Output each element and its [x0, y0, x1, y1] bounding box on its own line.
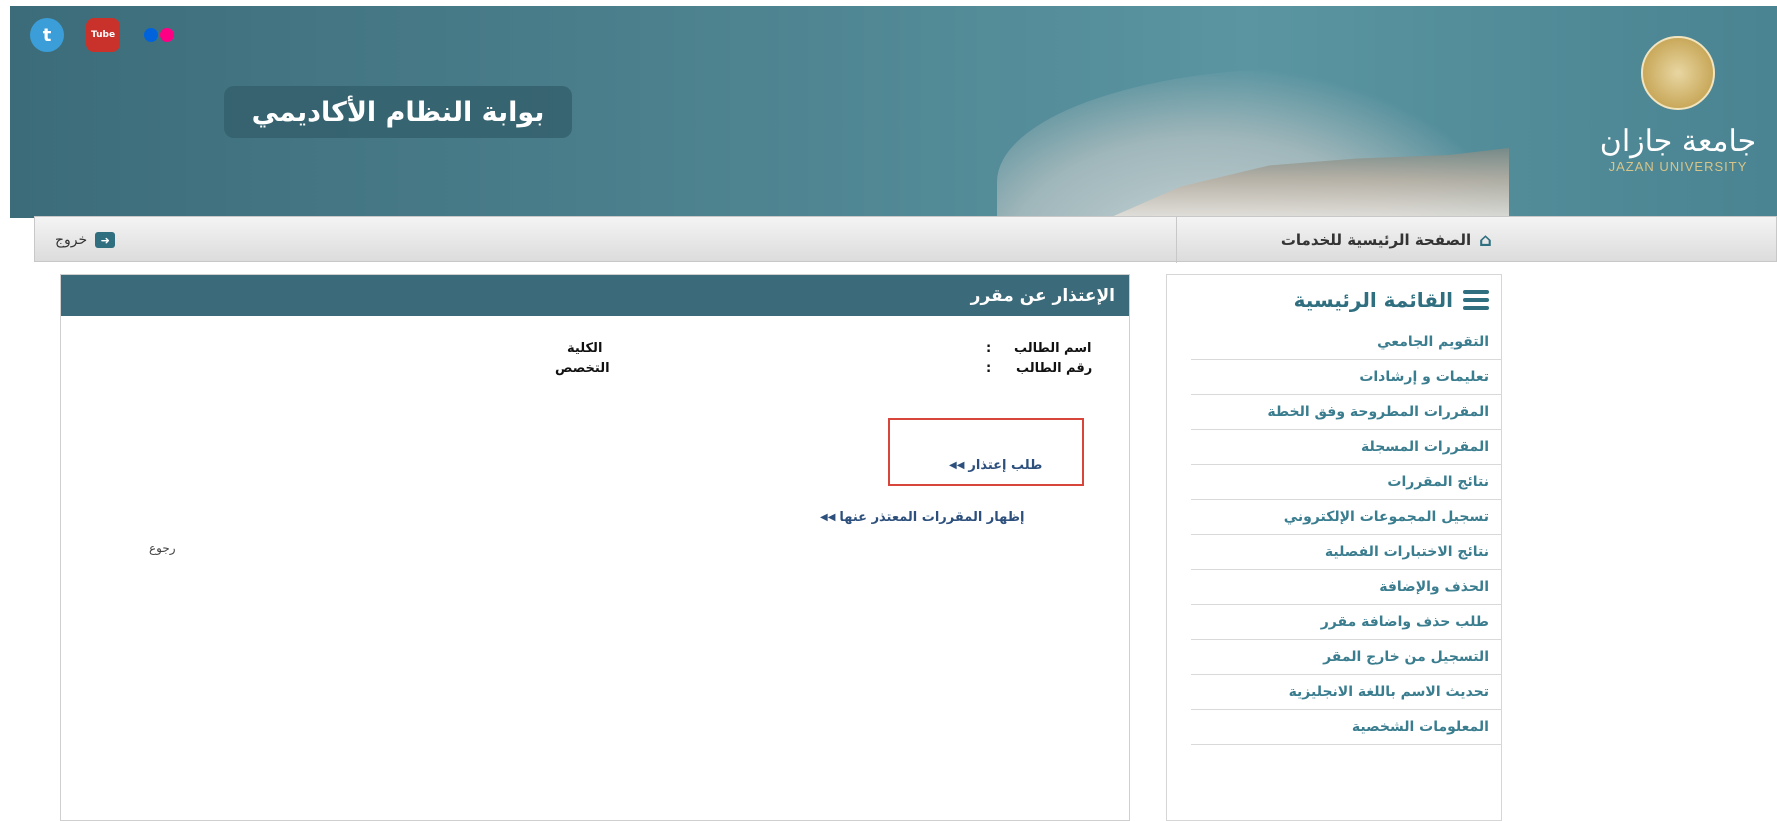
double-arrow-icon: ◀◀ — [820, 512, 836, 523]
show-withdrawn-courses-link[interactable]: إظهار المقررات المعتذر عنها ◀◀ — [820, 510, 1024, 525]
sidebar-item-electronic-group-registration[interactable]: تسجيل المجموعات الإلكتروني — [1191, 500, 1501, 535]
sidebar-item-course-results[interactable]: نتائج المقررات — [1191, 465, 1501, 500]
sidebar-item-update-english-name[interactable]: تحديث الاسم باللغة الانجليزية — [1191, 675, 1501, 710]
top-navbar: ⌂ الصفحة الرئيسية للخدمات خروج ➜ — [34, 216, 1777, 263]
student-id-label: رقم الطالب — [1016, 361, 1093, 376]
sidebar-item-registered-courses[interactable]: المقررات المسجلة — [1191, 430, 1501, 465]
student-name-separator: : — [986, 341, 992, 356]
sidebar-item-offered-courses[interactable]: المقررات المطروحة وفق الخطة — [1191, 395, 1501, 430]
sidebar-item-exam-results[interactable]: نتائج الاختبارات الفصلية — [1191, 535, 1501, 570]
main-menu-title: القائمة الرئيسية — [1293, 288, 1453, 312]
university-emblem-icon — [1641, 36, 1715, 110]
sidebar-item-personal-info[interactable]: المعلومات الشخصية — [1191, 710, 1501, 745]
home-services-label: الصفحة الرئيسية للخدمات — [1280, 231, 1472, 249]
student-id-separator: : — [986, 361, 992, 376]
panel-title: الإعتذار عن مقرر — [61, 275, 1129, 316]
request-highlight-box — [888, 418, 1084, 486]
flickr-icon[interactable] — [142, 18, 176, 52]
sidebar-item-drop-add[interactable]: الحذف والإضافة — [1191, 570, 1501, 605]
logout-label: خروج — [55, 232, 88, 248]
hamburger-menu-icon — [1463, 290, 1489, 310]
sidebar-item-instructions[interactable]: تعليمات و إرشادات — [1191, 360, 1501, 395]
request-withdrawal-link[interactable]: طلب إعتذار ◀◀ — [949, 458, 1042, 473]
college-label: الكلية — [567, 341, 603, 356]
portal-title: بوابة النظام الأكاديمي — [224, 86, 572, 138]
request-withdrawal-label: طلب إعتذار — [968, 458, 1043, 473]
sidebar-item-offsite-registration[interactable]: التسجيل من خارج المقر — [1191, 640, 1501, 675]
main-menu-sidebar: القائمة الرئيسية التقويم الجامعي تعليمات… — [1166, 274, 1502, 821]
social-links: t Tube — [30, 18, 176, 52]
header-banner: t Tube بوابة النظام الأكاديمي جامعة جازا… — [10, 6, 1777, 218]
sidebar-item-university-calendar[interactable]: التقويم الجامعي — [1191, 325, 1501, 360]
university-name-ar: جامعة جازان — [1599, 124, 1757, 159]
back-link[interactable]: رجوع — [149, 541, 176, 555]
logout-icon: ➜ — [95, 232, 116, 248]
course-withdrawal-panel: الإعتذار عن مقرر — [60, 274, 1130, 821]
student-name-label: اسم الطالب — [1014, 341, 1092, 356]
main-menu-list: التقويم الجامعي تعليمات و إرشادات المقرر… — [1167, 325, 1501, 745]
double-arrow-icon: ◀◀ — [949, 460, 965, 471]
sidebar-item-drop-add-request[interactable]: طلب حذف واضافة مقرر — [1191, 605, 1501, 640]
logout-button[interactable]: خروج ➜ — [55, 217, 116, 263]
home-icon: ⌂ — [1479, 229, 1492, 251]
show-withdrawn-courses-label: إظهار المقررات المعتذر عنها — [839, 510, 1025, 525]
home-services-link[interactable]: ⌂ الصفحة الرئيسية للخدمات — [1176, 217, 1506, 263]
twitter-icon[interactable]: t — [30, 18, 64, 52]
main-menu-header: القائمة الرئيسية — [1167, 275, 1501, 325]
university-name-en: JAZAN UNIVERSITY — [1608, 159, 1748, 174]
youtube-icon[interactable]: Tube — [86, 18, 120, 52]
major-label: التخصص — [555, 361, 610, 376]
university-logo[interactable]: جامعة جازان JAZAN UNIVERSITY — [1583, 16, 1773, 196]
